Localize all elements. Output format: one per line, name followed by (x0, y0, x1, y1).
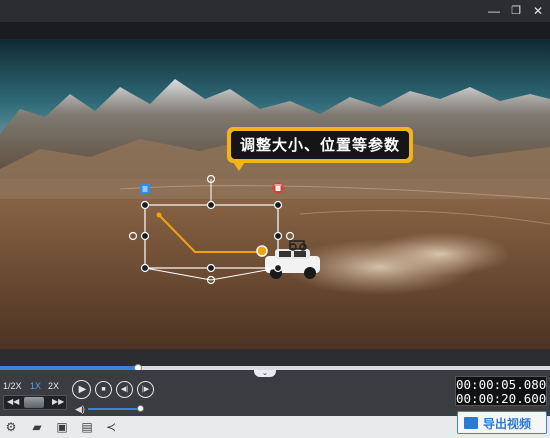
trash-icon[interactable] (272, 182, 284, 194)
collapse-icon[interactable]: ⌄ (254, 369, 276, 377)
next-frame-icon[interactable]: |▶ (137, 381, 154, 398)
time-display: 00:00:05.080 00:00:20.600 (455, 376, 547, 406)
callout-bubble: 调整大小、位置等参数 (227, 127, 413, 163)
speed-2x[interactable]: 2X (48, 381, 59, 391)
minimize-icon[interactable]: — (486, 3, 502, 19)
settings-icon[interactable]: ⚙ (4, 420, 18, 434)
preview-bottom-margin (0, 349, 550, 367)
speed-half[interactable]: 1/2X (3, 381, 22, 391)
save-icon[interactable]: ▣ (55, 420, 69, 434)
volume-thumb[interactable] (137, 405, 144, 412)
speed-1x[interactable]: 1X (30, 381, 41, 391)
stop-icon[interactable]: ■ (95, 381, 112, 398)
volume-slider[interactable] (88, 408, 144, 410)
close-icon[interactable]: ✕ (530, 3, 546, 19)
jog-knob[interactable] (24, 397, 44, 408)
video-frame (0, 39, 550, 349)
title-bar: — ❐ ✕ (0, 0, 550, 22)
total-time: 00:00:20.600 (456, 391, 547, 406)
current-time: 00:00:05.080 (456, 377, 547, 392)
list-icon[interactable] (140, 184, 150, 194)
share-icon[interactable]: ≺ (104, 420, 118, 434)
callout-text: 调整大小、位置等参数 (231, 131, 409, 159)
export-icon (464, 417, 478, 429)
export-video-button[interactable]: 导出视频 (457, 411, 547, 434)
jog-back-icon[interactable]: ◀◀ (7, 397, 19, 406)
callout-tail (233, 162, 245, 171)
video-preview[interactable]: 调整大小、位置等参数 (0, 39, 550, 349)
play-icon[interactable]: ▶ (72, 380, 91, 399)
save-as-icon[interactable]: ▤ (80, 420, 94, 434)
restore-icon[interactable]: ❐ (508, 3, 524, 19)
video-editor-window: — ❐ ✕ 调整大小、位置等参数 ⌄ 1/2X 1X 2X ◀◀ ▶▶ ▶ ■ … (0, 0, 550, 438)
jog-forward-icon[interactable]: ▶▶ (52, 397, 64, 406)
export-video-label: 导出视频 (483, 417, 532, 431)
prev-frame-icon[interactable]: ◀| (116, 381, 133, 398)
preview-top-margin (0, 22, 550, 39)
volume-icon[interactable]: ◀) (75, 404, 85, 415)
folder-icon[interactable]: ▰ (30, 420, 44, 434)
